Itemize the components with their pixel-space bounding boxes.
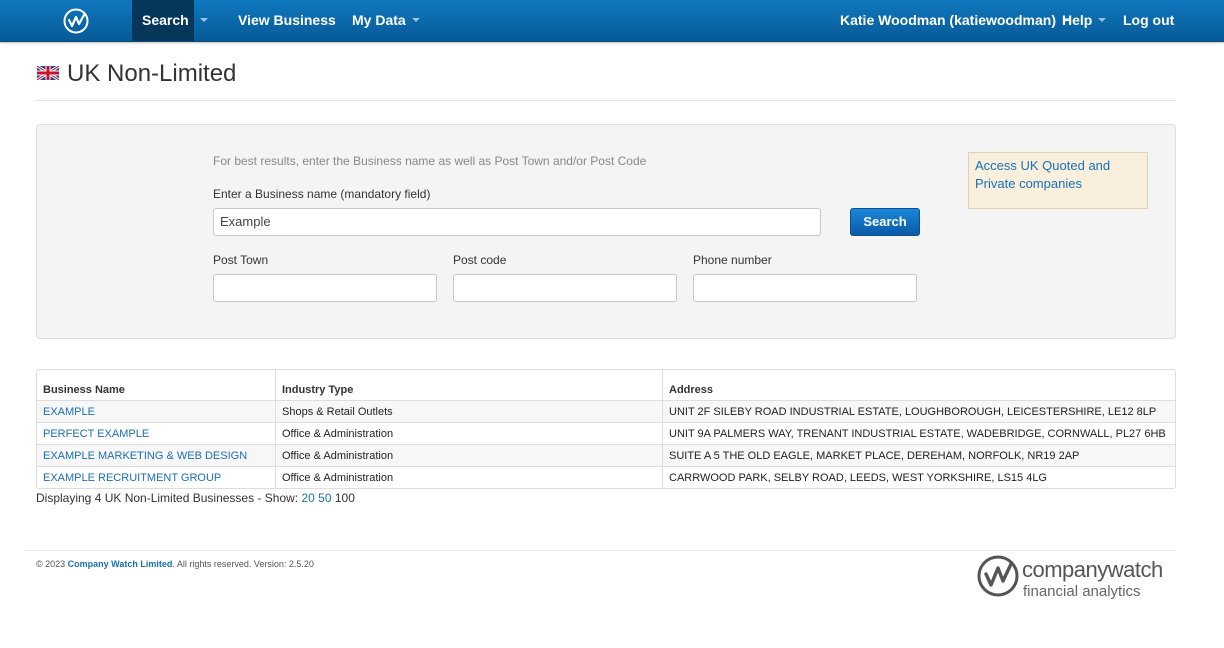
company-link[interactable]: Company Watch Limited xyxy=(68,559,173,569)
show-100-current: 100 xyxy=(334,491,355,505)
header-business-name: Business Name xyxy=(43,384,125,396)
search-hint: For best results, enter the Business nam… xyxy=(213,154,647,168)
post-town-input[interactable] xyxy=(213,274,437,302)
top-navbar: Search View Business My Data Katie Woodm… xyxy=(0,0,1224,42)
results-table: Business Name Industry Type Address EXAM… xyxy=(36,369,1176,489)
post-code-input[interactable] xyxy=(453,274,677,302)
phone-number-input[interactable] xyxy=(693,274,917,302)
table-row: EXAMPLE MARKETING & WEB DESIGN Office & … xyxy=(37,444,1175,466)
brand-tagline: financial analytics xyxy=(1023,583,1141,600)
results-summary: Displaying 4 UK Non-Limited Businesses -… xyxy=(36,491,355,505)
business-link[interactable]: EXAMPLE RECRUITMENT GROUP xyxy=(43,472,221,484)
cell-address: CARRWOOD PARK, SELBY ROAD, LEEDS, WEST Y… xyxy=(662,466,1175,488)
nav-user-label: Katie Woodman (katiewoodman) xyxy=(840,12,1056,28)
cell-address: UNIT 2F SILEBY ROAD INDUSTRIAL ESTATE, L… xyxy=(662,400,1175,422)
cell-business-name: EXAMPLE MARKETING & WEB DESIGN xyxy=(37,444,275,466)
business-name-input[interactable]: Example xyxy=(213,208,821,236)
nav-user-menu[interactable]: Katie Woodman (katiewoodman) xyxy=(840,0,1070,41)
copyright-suffix: . All rights reserved. Version: 2.5.20 xyxy=(172,559,314,569)
nav-view-business[interactable]: View Business xyxy=(238,0,336,41)
cell-business-name: EXAMPLE RECRUITMENT GROUP xyxy=(37,466,275,488)
companywatch-logo-icon xyxy=(977,555,1019,597)
footer-divider xyxy=(24,550,1176,551)
results-summary-text: Displaying 4 UK Non-Limited Businesses -… xyxy=(36,491,299,505)
cell-business-name: EXAMPLE xyxy=(37,400,275,422)
table-row: EXAMPLE RECRUITMENT GROUP Office & Admin… xyxy=(37,466,1175,488)
phone-number-label: Phone number xyxy=(693,253,772,267)
business-link[interactable]: EXAMPLE xyxy=(43,406,95,418)
companywatch-logo-icon[interactable] xyxy=(63,8,89,34)
cell-address: SUITE A 5 THE OLD EAGLE, MARKET PLACE, D… xyxy=(662,444,1175,466)
access-uk-quoted-link[interactable]: Access UK Quoted and Private companies xyxy=(968,152,1148,209)
search-button[interactable]: Search xyxy=(850,208,920,236)
table-row: PERFECT EXAMPLE Office & Administration … xyxy=(37,422,1175,444)
nav-logout[interactable]: Log out xyxy=(1123,0,1174,41)
cell-business-name: PERFECT EXAMPLE xyxy=(37,422,275,444)
nav-help[interactable]: Help xyxy=(1062,0,1107,41)
show-20-link[interactable]: 20 xyxy=(301,491,314,505)
cell-address: UNIT 9A PALMERS WAY, TRENANT INDUSTRIAL … xyxy=(662,422,1175,444)
nav-help-label: Help xyxy=(1062,12,1093,28)
business-name-label: Enter a Business name (mandatory field) xyxy=(213,187,431,201)
header-industry-type: Industry Type xyxy=(275,370,662,400)
footer-brand-logo: companywatch financial analytics xyxy=(976,553,1176,603)
business-link[interactable]: EXAMPLE MARKETING & WEB DESIGN xyxy=(43,450,247,462)
caret-down-icon xyxy=(200,18,208,23)
caret-down-icon xyxy=(1098,18,1107,23)
header-address: Address xyxy=(662,370,1175,400)
brand-name: companywatch xyxy=(1022,557,1163,582)
copyright-prefix: © 2023 xyxy=(36,559,66,569)
table-header-row: Business Name Industry Type Address xyxy=(37,370,1175,400)
footer-copyright: © 2023 Company Watch Limited. All rights… xyxy=(36,559,314,569)
post-town-label: Post Town xyxy=(213,253,269,267)
table-row: EXAMPLE Shops & Retail Outlets UNIT 2F S… xyxy=(37,400,1175,422)
nav-search[interactable]: Search xyxy=(132,0,194,41)
business-link[interactable]: PERFECT EXAMPLE xyxy=(43,428,149,440)
cell-industry-type: Office & Administration xyxy=(275,444,662,466)
uk-flag-icon xyxy=(37,66,59,80)
post-code-label: Post code xyxy=(453,253,507,267)
nav-my-data[interactable]: My Data xyxy=(352,0,420,41)
page-header: UK Non-Limited xyxy=(36,60,1176,101)
cell-industry-type: Office & Administration xyxy=(275,466,662,488)
search-panel: For best results, enter the Business nam… xyxy=(36,124,1176,339)
nav-search-dropdown[interactable] xyxy=(194,0,214,41)
cell-industry-type: Office & Administration xyxy=(275,422,662,444)
nav-my-data-label: My Data xyxy=(352,12,406,28)
caret-down-icon xyxy=(411,18,420,23)
show-50-link[interactable]: 50 xyxy=(318,491,331,505)
cell-industry-type: Shops & Retail Outlets xyxy=(275,400,662,422)
page-title: UK Non-Limited xyxy=(67,60,237,87)
